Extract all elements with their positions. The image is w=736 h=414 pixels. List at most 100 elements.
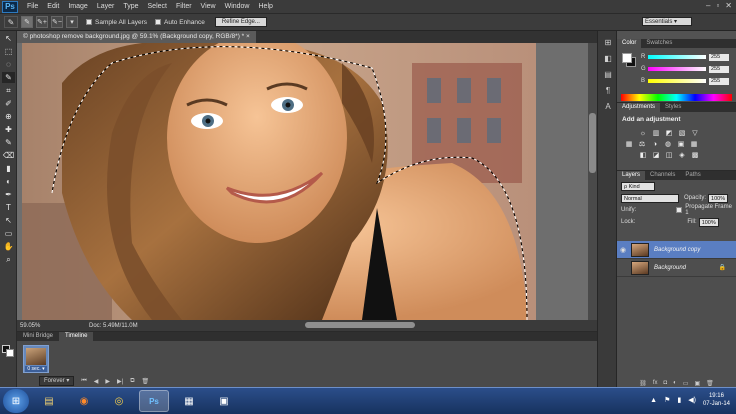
menu-edit[interactable]: Edit	[47, 3, 59, 10]
close-icon[interactable]: ×	[246, 33, 250, 40]
tab-layers[interactable]: Layers	[617, 171, 646, 180]
background-color-swatch[interactable]	[6, 349, 14, 357]
layer-style-icon[interactable]: fx	[653, 380, 658, 387]
menu-view[interactable]: View	[201, 3, 216, 10]
menu-layer[interactable]: Layer	[97, 3, 115, 10]
gradient-map-icon[interactable]: ▩	[691, 152, 699, 160]
sample-all-layers-checkbox[interactable]: Sample All Layers	[86, 19, 147, 26]
canvas-area[interactable]	[17, 43, 588, 320]
menu-select[interactable]: Select	[148, 3, 167, 10]
zoom-level[interactable]: 59.05%	[17, 323, 40, 329]
blend-mode-select[interactable]: Normal	[621, 193, 679, 203]
tab-adjustments[interactable]: Adjustments	[617, 103, 661, 112]
zoom-tool-icon[interactable]: ⌕	[2, 254, 15, 265]
menu-filter[interactable]: Filter	[176, 3, 192, 10]
brightness-icon[interactable]: ☼	[639, 130, 647, 138]
vibrance-icon[interactable]: ▽	[691, 130, 699, 138]
add-to-selection-icon[interactable]: ✎+	[36, 16, 48, 28]
horizontal-scroll-thumb[interactable]	[305, 322, 415, 328]
layer-row[interactable]: Background 🔒	[617, 259, 736, 277]
path-selection-icon[interactable]: ↖	[2, 215, 15, 226]
threshold-icon[interactable]: ◫	[665, 152, 673, 160]
auto-enhance-checkbox[interactable]: Auto Enhance	[155, 19, 205, 26]
color-spectrum[interactable]	[621, 94, 732, 101]
document-size-info[interactable]: Doc: 5.49M/11.0M	[89, 323, 138, 329]
marquee-tool-icon[interactable]: ⬚	[2, 46, 15, 57]
layer-filter-kind[interactable]: ρ Kind	[621, 181, 655, 191]
tab-styles[interactable]: Styles	[660, 103, 686, 112]
show-hidden-icons-icon[interactable]: ▲	[650, 397, 657, 404]
brush-tool-icon[interactable]: ✎	[2, 137, 15, 148]
first-frame-icon[interactable]: ⏮	[81, 378, 86, 385]
propagate-checkbox[interactable]	[676, 207, 683, 213]
minimize-button[interactable]: –	[706, 1, 710, 10]
photoshop-taskbar-icon[interactable]: Ps	[139, 390, 169, 412]
new-group-icon[interactable]: ▭	[683, 380, 689, 387]
duplicate-frame-icon[interactable]: ⧉	[130, 378, 134, 385]
crop-tool-icon[interactable]: ⌗	[2, 85, 15, 96]
info-panel-icon[interactable]: ▤	[602, 69, 614, 79]
menu-file[interactable]: File	[27, 3, 38, 10]
tab-mini-bridge[interactable]: Mini Bridge	[17, 332, 59, 341]
delete-frame-icon[interactable]: 🗑	[142, 378, 150, 385]
posterize-icon[interactable]: ◪	[652, 152, 660, 160]
eye-icon[interactable]: ◉	[617, 246, 629, 254]
brush-size-picker[interactable]: ▾	[66, 16, 78, 28]
close-button[interactable]: ✕	[725, 1, 732, 10]
character-panel-icon[interactable]: A	[602, 101, 614, 111]
animation-frame-1[interactable]: 0 sec. ▾	[23, 345, 49, 373]
exposure-icon[interactable]: ▧	[678, 130, 686, 138]
history-panel-icon[interactable]: ⊞	[602, 37, 614, 47]
pen-tool-icon[interactable]: ✒	[2, 189, 15, 200]
subtract-from-selection-icon[interactable]: ✎−	[51, 16, 63, 28]
tab-paths[interactable]: Paths	[680, 171, 705, 180]
maximize-button[interactable]: ▫	[716, 1, 719, 10]
tab-color[interactable]: Color	[617, 39, 642, 48]
menu-image[interactable]: Image	[68, 3, 87, 10]
workspace-select[interactable]: Essentials ▾	[642, 17, 692, 26]
loop-select[interactable]: Forever ▾	[39, 376, 75, 386]
green-slider[interactable]	[648, 67, 706, 71]
lasso-tool-icon[interactable]: ◌	[2, 59, 15, 70]
tab-timeline[interactable]: Timeline	[59, 332, 94, 341]
layer-row[interactable]: ◉ Background copy	[617, 241, 736, 259]
start-button[interactable]: ⊞	[3, 389, 29, 413]
add-mask-icon[interactable]: ◘	[664, 380, 668, 387]
tab-channels[interactable]: Channels	[645, 171, 680, 180]
eraser-tool-icon[interactable]: ⌫	[2, 150, 15, 161]
photo-filter-icon[interactable]: ◍	[664, 141, 672, 149]
document-tab[interactable]: © photoshop remove background.jpg @ 59.1…	[17, 31, 256, 43]
type-tool-icon[interactable]: T	[2, 202, 15, 213]
explorer-taskbar-icon[interactable]: ▤	[34, 390, 64, 412]
new-selection-brush-icon[interactable]: ✎	[21, 16, 33, 28]
menu-help[interactable]: Help	[259, 3, 273, 10]
properties-panel-icon[interactable]: ◧	[602, 53, 614, 63]
healing-brush-icon[interactable]: ⊕	[2, 111, 15, 122]
rectangle-tool-icon[interactable]: ▭	[2, 228, 15, 239]
next-frame-icon[interactable]: ▶|	[117, 378, 123, 385]
foreground-color-box[interactable]	[622, 53, 632, 63]
clock[interactable]: 19:16 07-Jan-14	[703, 392, 730, 408]
eyedropper-tool-icon[interactable]: ✐	[2, 98, 15, 109]
color-balance-icon[interactable]: ⚖	[638, 141, 646, 149]
blue-slider[interactable]	[648, 79, 706, 83]
volume-icon[interactable]: ◀)	[688, 396, 696, 404]
channel-mixer-icon[interactable]: ▣	[677, 141, 685, 149]
previous-frame-icon[interactable]: ◀	[94, 378, 99, 385]
black-white-icon[interactable]: ◑	[651, 141, 659, 149]
hue-saturation-icon[interactable]: ▦	[625, 141, 633, 149]
red-slider[interactable]	[648, 55, 706, 59]
app-taskbar-icon[interactable]: ▦	[174, 390, 204, 412]
action-center-icon[interactable]: ⚑	[664, 396, 670, 404]
chrome-taskbar-icon[interactable]: ◎	[104, 390, 134, 412]
frame-delay[interactable]: 0 sec. ▾	[25, 366, 47, 372]
selective-color-icon[interactable]: ◈	[678, 152, 686, 160]
document-image[interactable]	[22, 43, 536, 320]
menu-window[interactable]: Window	[225, 3, 250, 10]
play-icon[interactable]: ▶	[105, 378, 110, 385]
firefox-taskbar-icon[interactable]: ◉	[69, 390, 99, 412]
dodge-tool-icon[interactable]: ◐	[2, 176, 15, 187]
layer-name[interactable]: Background copy	[654, 247, 700, 253]
move-tool-icon[interactable]: ↖	[2, 33, 15, 44]
hand-tool-icon[interactable]: ✋	[2, 241, 15, 252]
